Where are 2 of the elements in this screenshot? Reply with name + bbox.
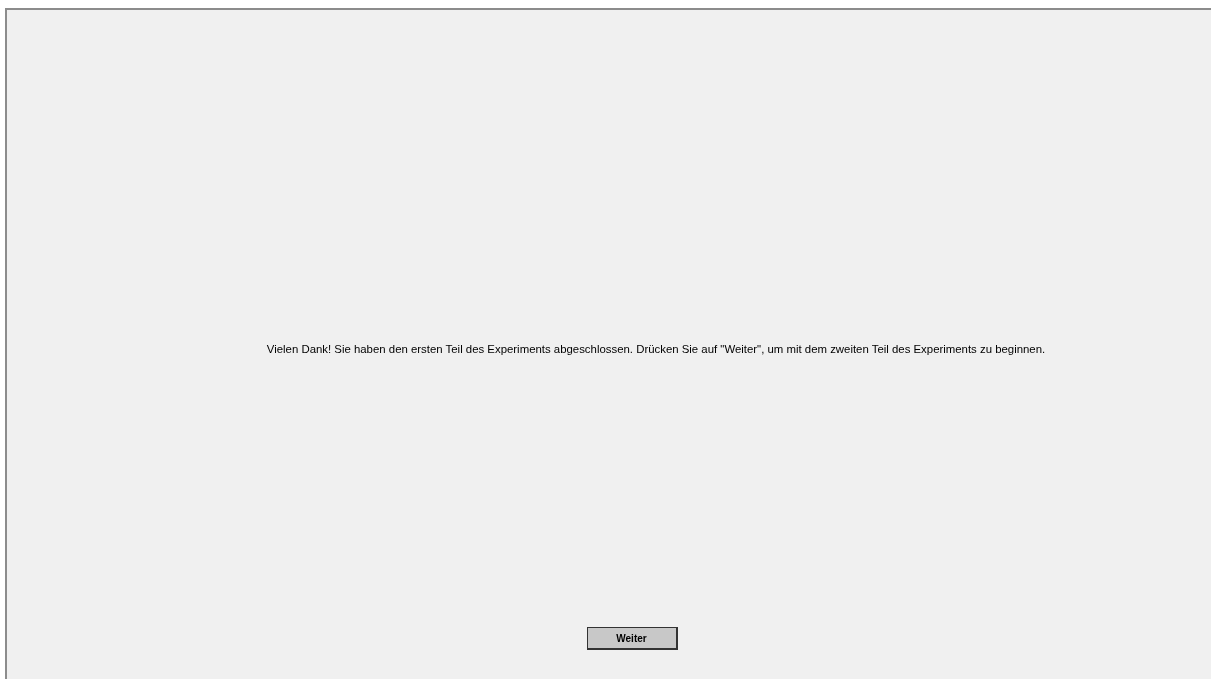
next-button[interactable]: Weiter	[586, 627, 678, 650]
message-text: Vielen Dank! Sie haben den ersten Teil des Experiments abgeschlossen. Drücken Sie auf "Weiter", um mit dem zweiten Teil des Experiments zu beginnen.	[266, 342, 1046, 357]
